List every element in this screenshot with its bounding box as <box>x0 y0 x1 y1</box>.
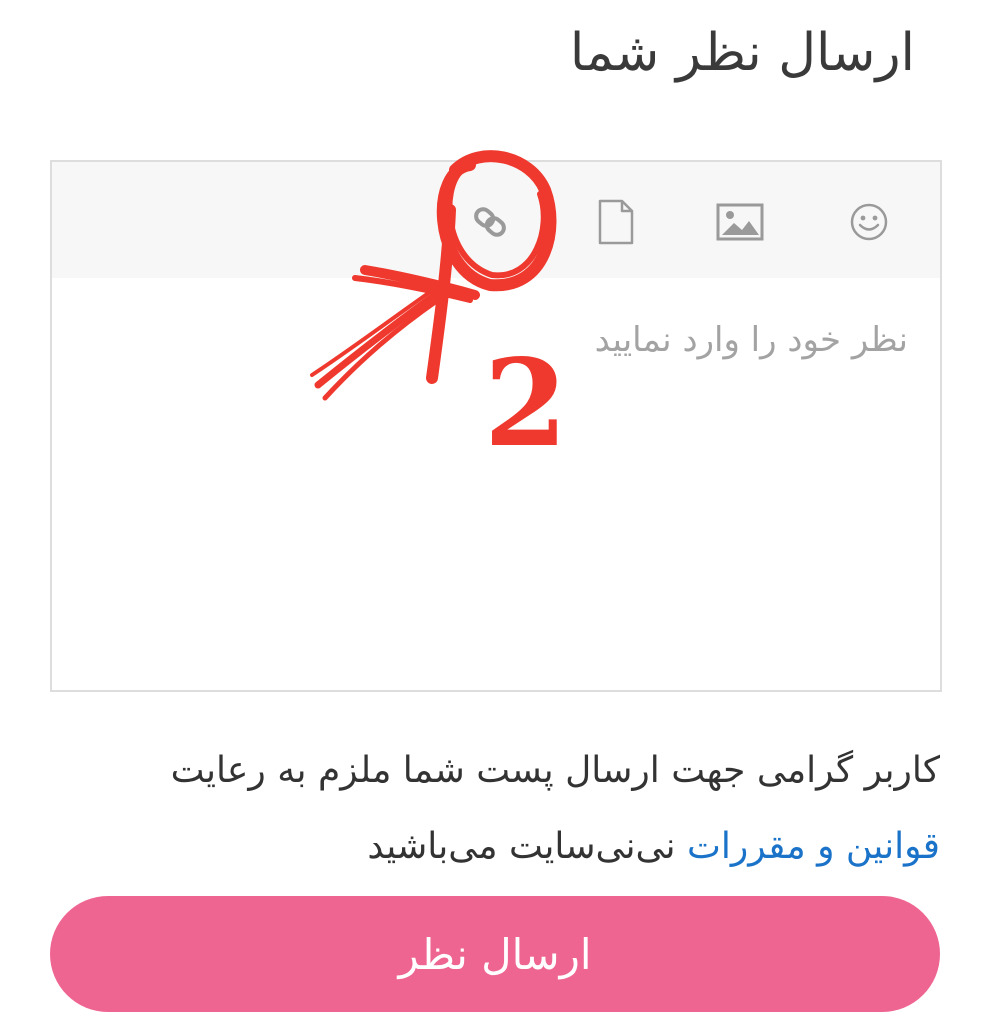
rules-text-suffix: نی‌نی‌سایت می‌باشید <box>367 826 687 867</box>
comment-editor[interactable]: نظر خود را وارد نمایید <box>50 160 942 692</box>
comment-input-placeholder[interactable]: نظر خود را وارد نمایید <box>595 320 908 360</box>
file-icon <box>596 199 636 245</box>
editor-toolbar <box>52 162 940 278</box>
smiley-icon <box>849 202 889 242</box>
image-icon <box>716 202 764 242</box>
insert-link-button[interactable] <box>460 192 520 252</box>
attach-file-button[interactable] <box>586 192 646 252</box>
page-title: ارسال نظر شما <box>569 23 915 83</box>
submit-comment-button[interactable]: ارسال نظر <box>50 896 940 1012</box>
rules-text-line-1: کاربر گرامی جهت ارسال پست شما ملزم به رع… <box>170 750 940 791</box>
rules-link[interactable]: قوانین و مقررات <box>687 826 940 867</box>
comment-form-page: ارسال نظر شما نظر خود را وارد نمایید 2 ک… <box>0 0 990 1028</box>
insert-image-button[interactable] <box>710 192 770 252</box>
link-icon <box>470 202 510 242</box>
emoji-button[interactable] <box>839 192 899 252</box>
rules-text-line-2: قوانین و مقررات نی‌نی‌سایت می‌باشید <box>60 826 940 867</box>
